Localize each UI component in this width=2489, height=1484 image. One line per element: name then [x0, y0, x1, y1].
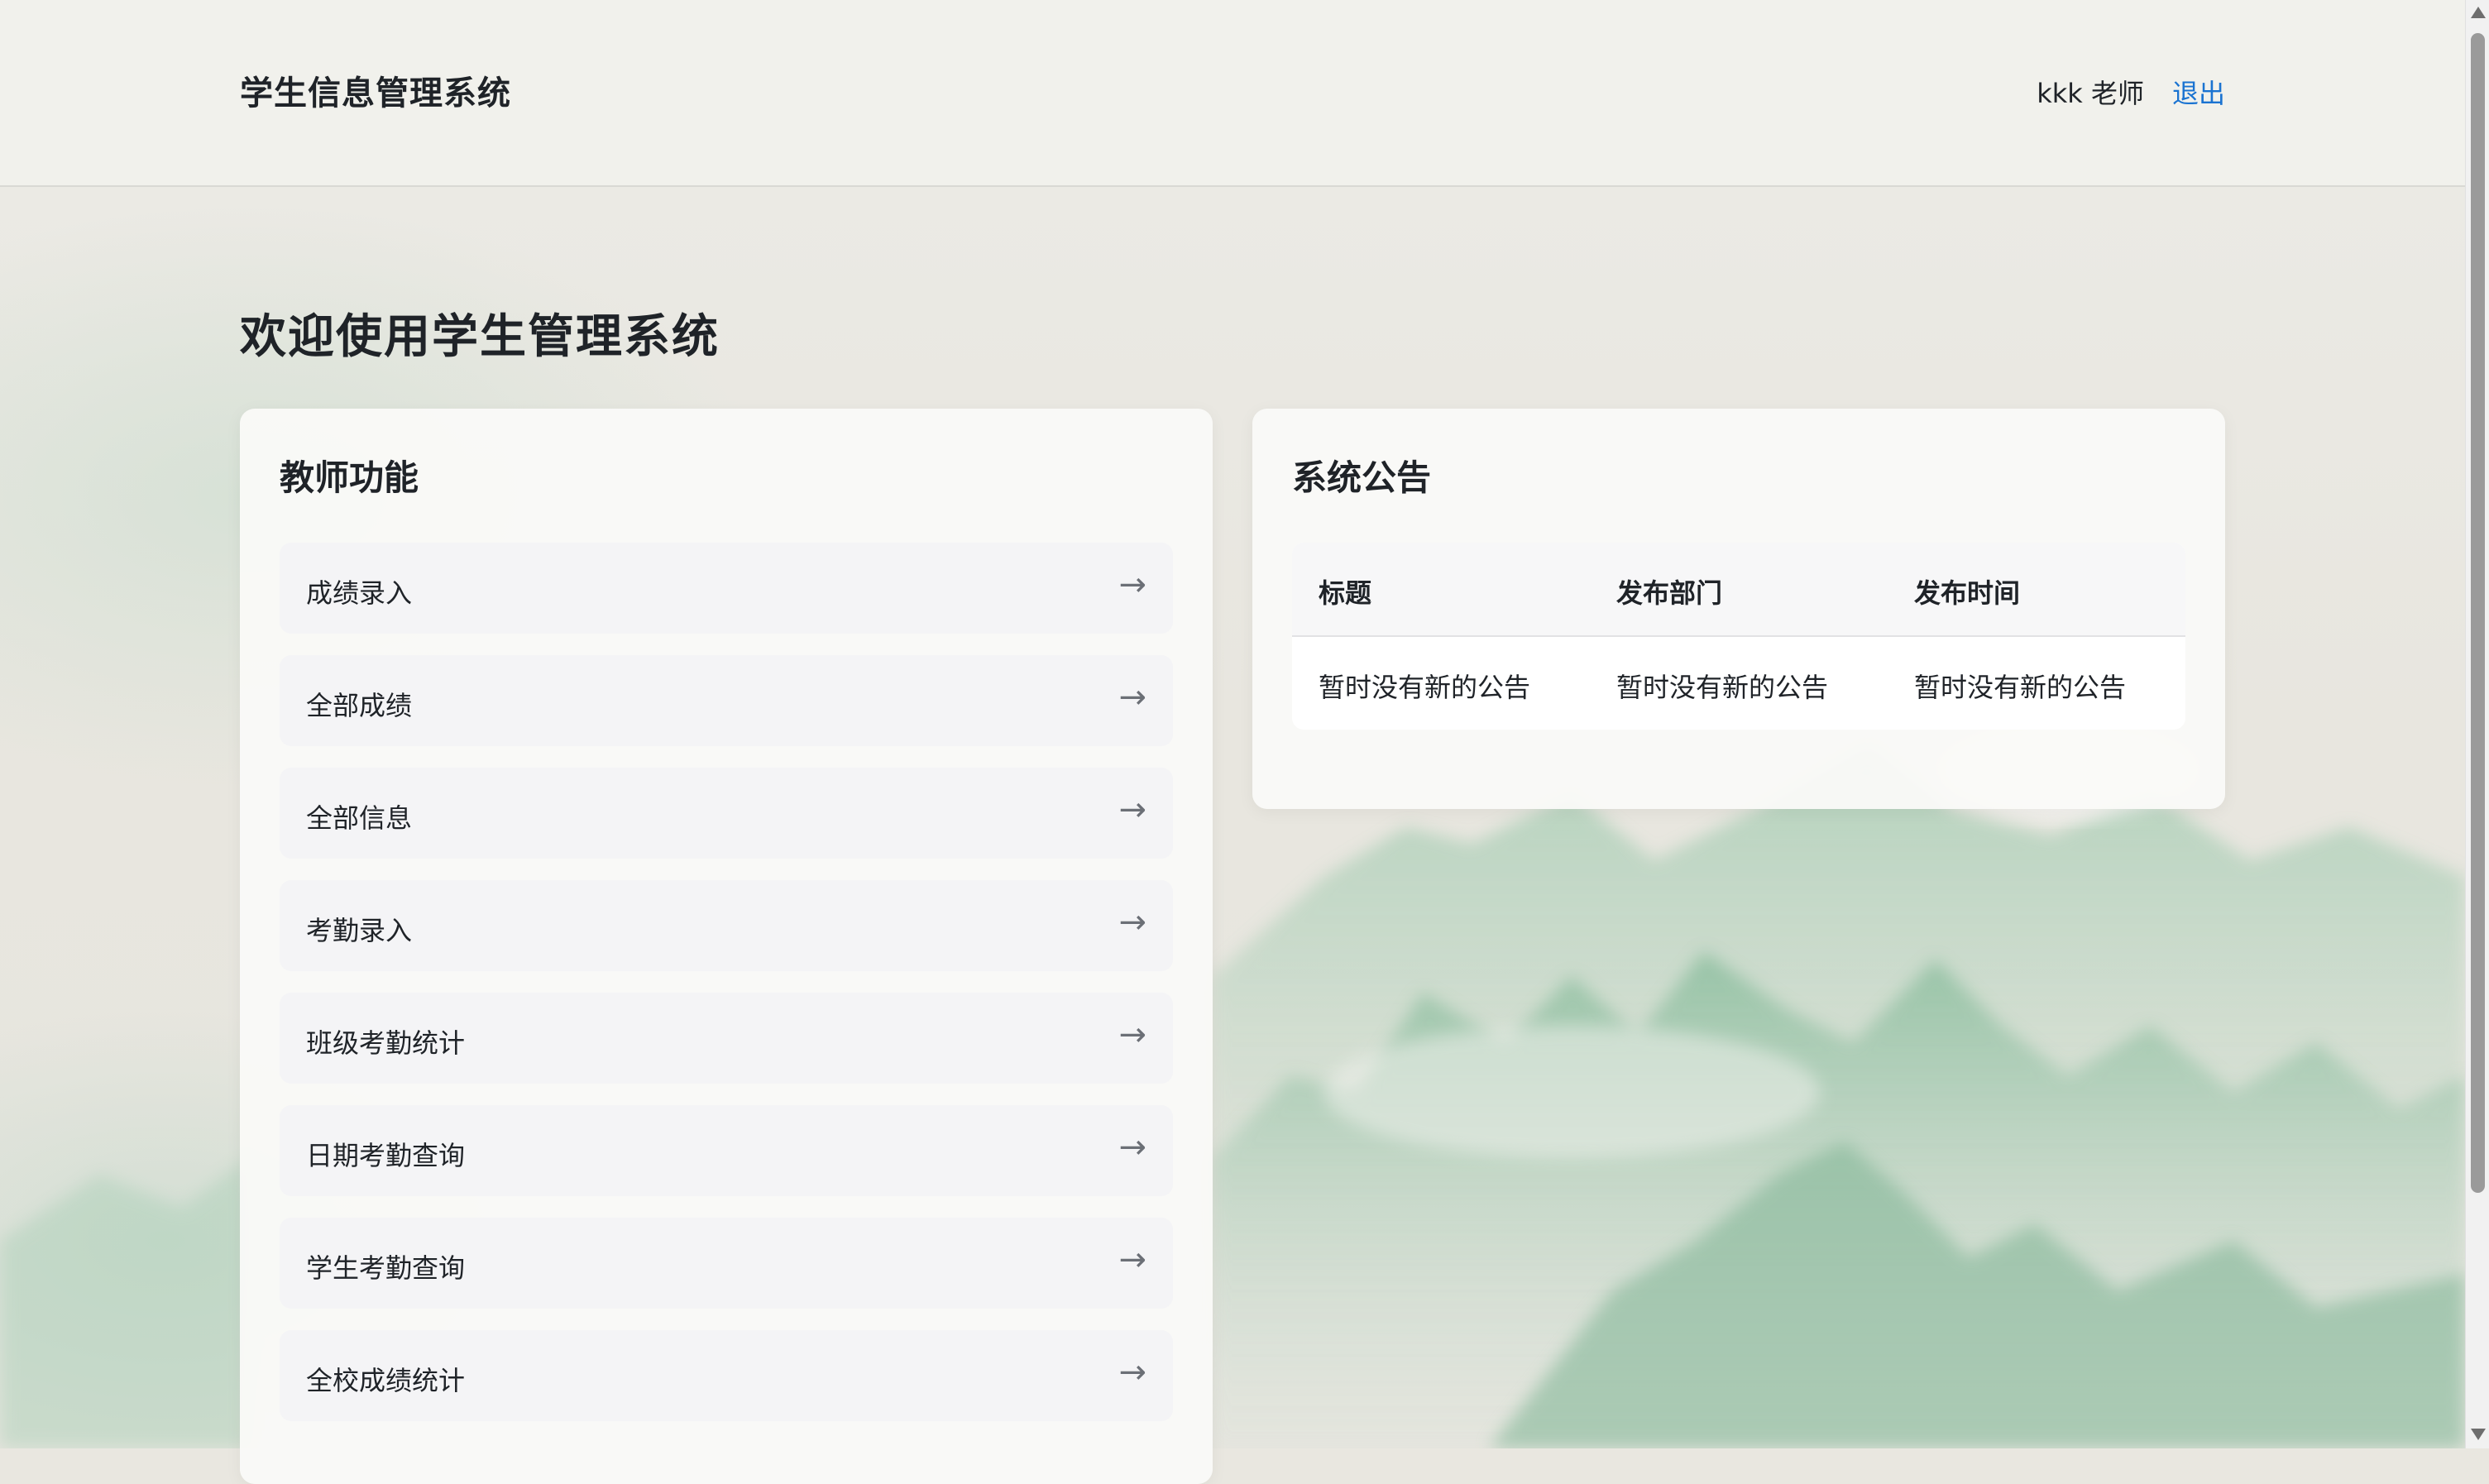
arrow-right-icon: →: [1118, 678, 1146, 716]
table-cell: 暂时没有新的公告: [1319, 672, 1531, 703]
teacher-functions-card: 教师功能 成绩录入 → 全部成绩 → 全部信息 → 考勤录入 → 班级考勤统计 …: [240, 409, 1213, 1484]
arrow-right-icon: →: [1118, 1241, 1146, 1279]
column-header-title: 标题: [1319, 577, 1372, 609]
menu-item-label: 班级考勤统计: [306, 1027, 466, 1059]
menu-item-student-attendance-query[interactable]: 学生考勤查询 →: [280, 1218, 1173, 1309]
scroll-up-icon[interactable]: [2471, 7, 2486, 18]
table-cell: 暂时没有新的公告: [1914, 672, 2127, 703]
user-area: kkk 老师 退出: [2037, 73, 2225, 111]
app-brand-title: 学生信息管理系统: [240, 74, 511, 112]
table-header-row: 标题 发布部门 发布时间: [1292, 543, 2185, 637]
teacher-functions-title: 教师功能: [280, 457, 419, 498]
column-header-department: 发布部门: [1616, 577, 1723, 609]
arrow-right-icon: →: [1118, 903, 1146, 941]
menu-item-label: 成绩录入: [306, 577, 413, 609]
menu-item-label: 考勤录入: [306, 915, 413, 946]
scroll-down-icon[interactable]: [2471, 1429, 2486, 1440]
top-header: 学生信息管理系统 kkk 老师 退出: [0, 0, 2465, 187]
arrow-right-icon: →: [1118, 1353, 1146, 1391]
vertical-scrollbar[interactable]: [2465, 0, 2489, 1448]
arrow-right-icon: →: [1118, 791, 1146, 829]
announcements-title: 系统公告: [1292, 457, 1432, 498]
menu-item-school-grade-stats[interactable]: 全校成绩统计 →: [280, 1330, 1173, 1421]
announcements-table: 标题 发布部门 发布时间 暂时没有新的公告 暂时没有新的公告 暂时没有新的公告: [1292, 543, 2185, 730]
arrow-right-icon: →: [1118, 566, 1146, 604]
logout-link[interactable]: 退出: [2172, 73, 2225, 111]
menu-item-class-attendance-stats[interactable]: 班级考勤统计 →: [280, 993, 1173, 1084]
menu-item-label: 全校成绩统计: [306, 1365, 466, 1396]
menu-item-label: 日期考勤查询: [306, 1140, 466, 1171]
user-name: kkk 老师: [2037, 78, 2144, 109]
column-header-time: 发布时间: [1914, 577, 2021, 609]
page-title: 欢迎使用学生管理系统: [240, 310, 720, 364]
arrow-right-icon: →: [1118, 1016, 1146, 1054]
menu-item-label: 学生考勤查询: [306, 1252, 466, 1284]
menu-item-date-attendance-query[interactable]: 日期考勤查询 →: [280, 1105, 1173, 1196]
menu-item-all-grades[interactable]: 全部成绩 →: [280, 655, 1173, 746]
menu-item-grade-entry[interactable]: 成绩录入 →: [280, 543, 1173, 634]
table-cell: 暂时没有新的公告: [1616, 672, 1829, 703]
menu-item-label: 全部信息: [306, 802, 413, 834]
arrow-right-icon: →: [1118, 1128, 1146, 1166]
menu-item-label: 全部成绩: [306, 690, 413, 721]
announcements-card: 系统公告 标题 发布部门 发布时间 暂时没有新的公告 暂时没有新的公告 暂时没有…: [1252, 409, 2225, 809]
menu-item-attendance-entry[interactable]: 考勤录入 →: [280, 880, 1173, 971]
scrollbar-thumb[interactable]: [2471, 33, 2485, 1193]
menu-item-all-info[interactable]: 全部信息 →: [280, 768, 1173, 859]
